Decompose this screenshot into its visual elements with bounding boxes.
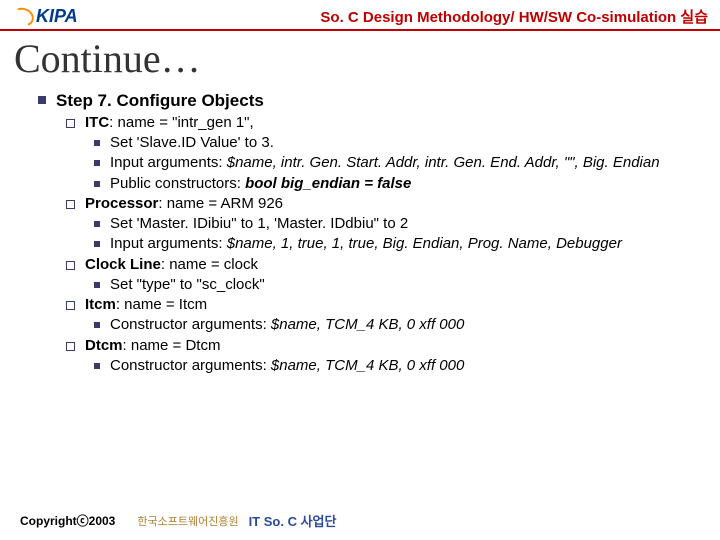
small-square-bullet-icon	[94, 282, 100, 288]
slide-header: KIPA So. C Design Methodology/ HW/SW Co-…	[0, 0, 720, 31]
slide-title: Continue…	[14, 35, 720, 82]
list-item: Clock Line: name = clock	[66, 255, 720, 275]
small-square-bullet-icon	[94, 181, 100, 187]
logo: KIPA	[12, 6, 78, 27]
sub-list-item-text: Public constructors: bool big_endian = f…	[110, 174, 411, 194]
footer-label: 한국소프트웨어진흥원	[137, 513, 238, 529]
open-square-bullet-icon	[66, 342, 75, 351]
logo-swoosh-icon	[10, 4, 37, 28]
small-square-bullet-icon	[94, 221, 100, 227]
square-bullet-icon	[38, 96, 46, 104]
footer-org: IT So. C 사업단	[249, 511, 337, 530]
footer: Copyrightⓒ2003 한국소프트웨어진흥원 IT So. C 사업단	[20, 511, 336, 530]
list-item: ITC: name = "intr_gen 1",	[66, 113, 720, 133]
content-area: Step 7. Configure Objects ITC: name = "i…	[38, 90, 720, 376]
list-item: Itcm: name = Itcm	[66, 295, 720, 315]
list-item-text: Dtcm: name = Dtcm	[85, 336, 220, 356]
sub-list-item-text: Set 'Master. IDibiu" to 1, 'Master. IDdb…	[110, 214, 408, 234]
list-item: Processor: name = ARM 926	[66, 194, 720, 214]
sub-list-item: Constructor arguments: $name, TCM_4 KB, …	[94, 356, 720, 376]
sub-list-item: Constructor arguments: $name, TCM_4 KB, …	[94, 315, 720, 335]
sub-list-item: Set 'Slave.ID Value' to 3.	[94, 133, 720, 153]
items-container: ITC: name = "intr_gen 1",Set 'Slave.ID V…	[38, 113, 720, 376]
sub-list-item-text: Input arguments: $name, intr. Gen. Start…	[110, 153, 660, 173]
step-heading: Step 7. Configure Objects	[56, 90, 264, 113]
list-item-text: Clock Line: name = clock	[85, 255, 258, 275]
sub-list-item-text: Constructor arguments: $name, TCM_4 KB, …	[110, 315, 464, 335]
list-item-text: ITC: name = "intr_gen 1",	[85, 113, 254, 133]
sub-list-item-text: Set 'Slave.ID Value' to 3.	[110, 133, 274, 153]
small-square-bullet-icon	[94, 322, 100, 328]
step-heading-row: Step 7. Configure Objects	[38, 90, 720, 113]
sub-list-item: Public constructors: bool big_endian = f…	[94, 174, 720, 194]
sub-list-item-text: Set "type" to "sc_clock"	[110, 275, 265, 295]
sub-list-item: Set 'Master. IDibiu" to 1, 'Master. IDdb…	[94, 214, 720, 234]
sub-list-item-text: Constructor arguments: $name, TCM_4 KB, …	[110, 356, 464, 376]
small-square-bullet-icon	[94, 140, 100, 146]
header-title: So. C Design Methodology/ HW/SW Co-simul…	[320, 6, 708, 27]
sub-list-item: Input arguments: $name, 1, true, 1, true…	[94, 234, 720, 254]
list-item-text: Processor: name = ARM 926	[85, 194, 283, 214]
sub-list-item: Set "type" to "sc_clock"	[94, 275, 720, 295]
list-item-text: Itcm: name = Itcm	[85, 295, 207, 315]
sub-list-item-text: Input arguments: $name, 1, true, 1, true…	[110, 234, 622, 254]
sub-list-item: Input arguments: $name, intr. Gen. Start…	[94, 153, 720, 173]
open-square-bullet-icon	[66, 200, 75, 209]
open-square-bullet-icon	[66, 301, 75, 310]
list-item: Dtcm: name = Dtcm	[66, 336, 720, 356]
logo-text: KIPA	[36, 6, 78, 27]
small-square-bullet-icon	[94, 241, 100, 247]
small-square-bullet-icon	[94, 363, 100, 369]
open-square-bullet-icon	[66, 119, 75, 128]
small-square-bullet-icon	[94, 160, 100, 166]
copyright-text: Copyrightⓒ2003	[20, 512, 115, 529]
open-square-bullet-icon	[66, 261, 75, 270]
